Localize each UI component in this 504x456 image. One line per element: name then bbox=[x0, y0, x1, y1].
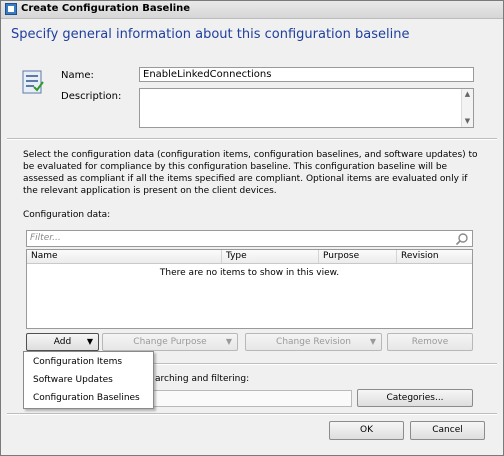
change-purpose-label: Change Purpose bbox=[133, 337, 207, 347]
window-icon bbox=[5, 3, 17, 15]
page-heading: Specify general information about this c… bbox=[11, 27, 410, 42]
configuration-data-table: Name Type Purpose Revision There are no … bbox=[26, 249, 473, 329]
remove-button[interactable]: Remove bbox=[387, 333, 473, 351]
separator bbox=[153, 363, 497, 365]
description-scrollbar[interactable]: ▲ ▼ bbox=[461, 89, 473, 127]
column-header-name[interactable]: Name bbox=[27, 250, 222, 263]
dropdown-arrow-icon: ▼ bbox=[86, 337, 93, 346]
name-value: EnableLinkedConnections bbox=[143, 69, 272, 80]
menu-item-configuration-baselines[interactable]: Configuration Baselines bbox=[33, 393, 140, 403]
ok-button[interactable]: OK bbox=[329, 421, 404, 440]
cancel-button-label: Cancel bbox=[432, 425, 463, 435]
scroll-up-icon[interactable]: ▲ bbox=[463, 90, 472, 99]
description-field[interactable]: ▲ ▼ bbox=[139, 88, 474, 128]
categories-button[interactable]: Categories... bbox=[357, 389, 473, 407]
dropdown-arrow-icon: ▼ bbox=[369, 337, 376, 346]
name-label: Name: bbox=[61, 70, 94, 81]
ok-button-label: OK bbox=[360, 425, 373, 435]
filter-placeholder: Filter... bbox=[30, 233, 61, 243]
instructions-text: Select the configuration data (configura… bbox=[23, 150, 478, 196]
separator bbox=[7, 413, 497, 415]
change-purpose-button[interactable]: Change Purpose ▼ bbox=[102, 333, 238, 351]
add-dropdown-menu: Configuration Items Software Updates Con… bbox=[23, 351, 154, 409]
change-revision-label: Change Revision bbox=[276, 337, 351, 347]
change-revision-button[interactable]: Change Revision ▼ bbox=[245, 333, 382, 351]
configuration-data-label: Configuration data: bbox=[23, 210, 111, 220]
column-header-type[interactable]: Type bbox=[222, 250, 319, 263]
create-configuration-baseline-dialog: Create Configuration Baseline Specify ge… bbox=[0, 0, 504, 456]
remove-button-label: Remove bbox=[411, 337, 449, 347]
configuration-baseline-icon bbox=[22, 70, 44, 94]
scroll-down-icon[interactable]: ▼ bbox=[463, 117, 472, 126]
name-field[interactable]: EnableLinkedConnections bbox=[139, 67, 474, 82]
search-filter-label: arching and filtering: bbox=[155, 374, 250, 384]
menu-item-software-updates[interactable]: Software Updates bbox=[33, 375, 113, 385]
column-header-revision[interactable]: Revision bbox=[397, 250, 472, 263]
title-bar: Create Configuration Baseline bbox=[1, 1, 503, 19]
empty-table-message: There are no items to show in this view. bbox=[159, 268, 340, 278]
column-header-purpose[interactable]: Purpose bbox=[319, 250, 397, 263]
window-title: Create Configuration Baseline bbox=[21, 3, 191, 14]
categories-button-label: Categories... bbox=[386, 393, 444, 403]
table-header: Name Type Purpose Revision bbox=[27, 250, 472, 264]
add-button-label: Add bbox=[53, 337, 72, 347]
separator bbox=[7, 138, 497, 140]
filter-input[interactable]: Filter... bbox=[26, 230, 473, 247]
category-field[interactable] bbox=[153, 390, 352, 407]
search-icon[interactable] bbox=[455, 232, 469, 246]
dropdown-arrow-icon: ▼ bbox=[225, 337, 232, 346]
add-button[interactable]: Add ▼ bbox=[26, 333, 99, 351]
menu-item-configuration-items[interactable]: Configuration Items bbox=[33, 357, 122, 367]
cancel-button[interactable]: Cancel bbox=[410, 421, 485, 440]
description-label: Description: bbox=[61, 91, 122, 102]
